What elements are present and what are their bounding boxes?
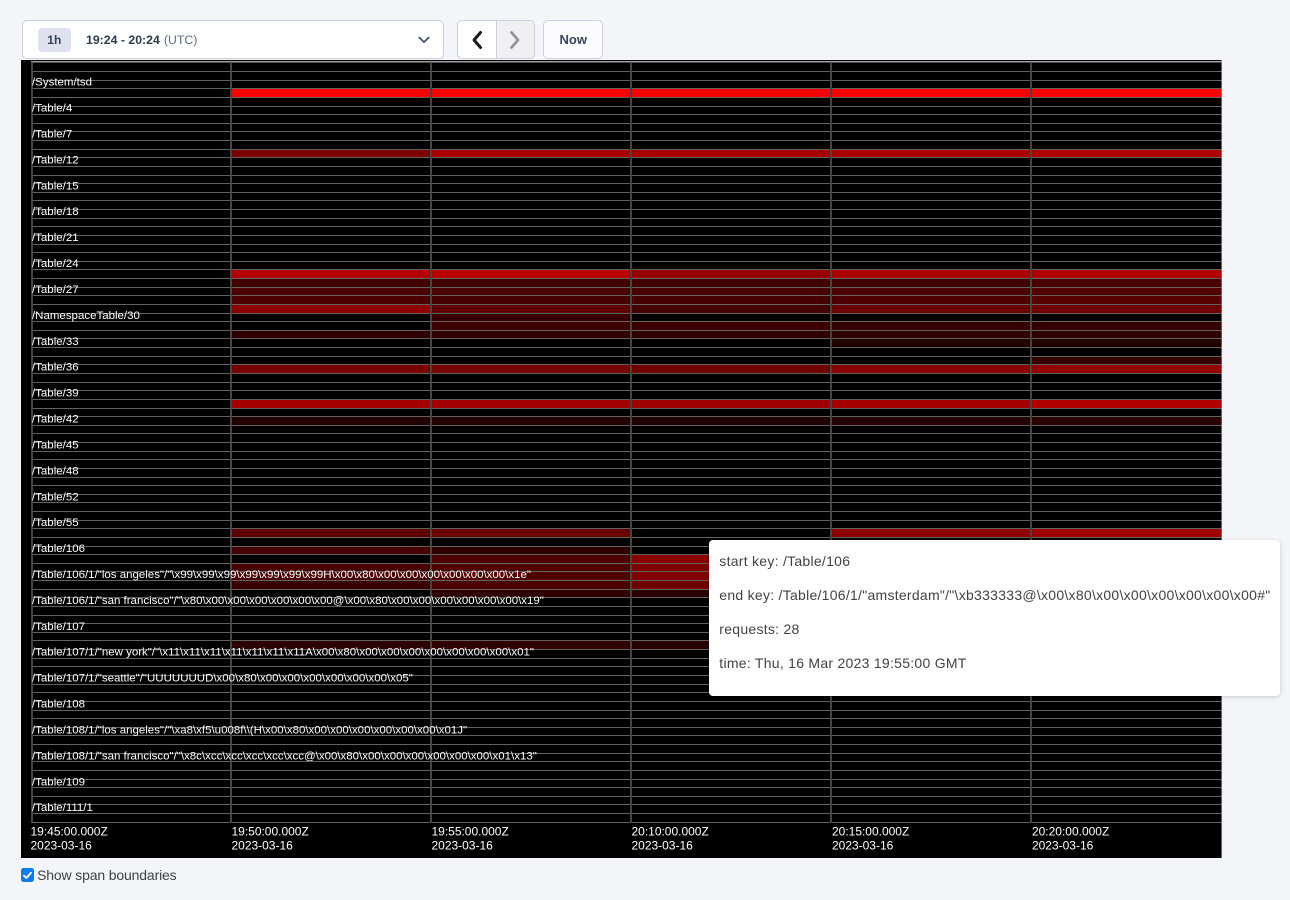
svg-text:/Table/111/1: /Table/111/1: [32, 802, 93, 814]
svg-text:2023-03-16: 2023-03-16: [631, 839, 693, 853]
svg-text:2023-03-16: 2023-03-16: [832, 839, 894, 853]
svg-text:/Table/108: /Table/108: [32, 699, 85, 711]
svg-text:2023-03-16: 2023-03-16: [31, 839, 93, 853]
svg-text:2023-03-16: 2023-03-16: [232, 839, 294, 853]
svg-text:/NamespaceTable/30: /NamespaceTable/30: [32, 310, 140, 322]
svg-text:/Table/15: /Table/15: [32, 181, 79, 193]
svg-text:/Table/106/1/"san francisco"/": /Table/106/1/"san francisco"/"\x80\x00\x…: [32, 595, 544, 607]
svg-text:/Table/107/1/"new york"/"\x11\: /Table/107/1/"new york"/"\x11\x11\x11\x1…: [32, 647, 534, 659]
svg-text:2023-03-16: 2023-03-16: [431, 839, 493, 853]
svg-text:/Table/24: /Table/24: [32, 258, 79, 270]
svg-text:/Table/48: /Table/48: [32, 466, 79, 478]
svg-text:/Table/21: /Table/21: [32, 232, 79, 244]
svg-text:20:20:00.000Z: 20:20:00.000Z: [1032, 825, 1109, 839]
svg-text:19:45:00.000Z: 19:45:00.000Z: [31, 825, 108, 839]
svg-text:/Table/4: /Table/4: [32, 103, 73, 115]
svg-text:2023-03-16: 2023-03-16: [1032, 839, 1094, 853]
svg-text:/Table/55: /Table/55: [32, 517, 79, 529]
svg-text:/Table/12: /Table/12: [32, 155, 79, 167]
svg-text:/Table/109: /Table/109: [32, 777, 85, 789]
svg-text:/Table/45: /Table/45: [32, 440, 79, 452]
svg-text:/Table/27: /Table/27: [32, 284, 79, 296]
svg-text:/Table/106/1/"los angeles"/"\x: /Table/106/1/"los angeles"/"\x99\x99\x99…: [32, 569, 531, 581]
svg-text:20:15:00.000Z: 20:15:00.000Z: [832, 825, 909, 839]
svg-text:/Table/18: /Table/18: [32, 207, 79, 219]
svg-text:/Table/7: /Table/7: [32, 129, 72, 141]
svg-text:/Table/52: /Table/52: [32, 492, 79, 504]
svg-text:/Table/108/1/"san francisco"/": /Table/108/1/"san francisco"/"\x8c\xcc\x…: [32, 751, 537, 763]
svg-text:19:50:00.000Z: 19:50:00.000Z: [232, 825, 309, 839]
svg-text:/System/tsd: /System/tsd: [32, 77, 92, 89]
svg-text:/Table/107/1/"seattle"/"UUUUUU: /Table/107/1/"seattle"/"UUUUUUUD\x00\x80…: [32, 673, 413, 685]
svg-text:20:10:00.000Z: 20:10:00.000Z: [631, 825, 708, 839]
svg-text:/Table/106: /Table/106: [32, 543, 85, 555]
svg-text:/Table/42: /Table/42: [32, 414, 79, 426]
svg-text:/Table/107: /Table/107: [32, 621, 85, 633]
svg-text:/Table/33: /Table/33: [32, 336, 79, 348]
svg-text:/Table/39: /Table/39: [32, 388, 79, 400]
svg-text:/Table/36: /Table/36: [32, 362, 79, 374]
svg-text:19:55:00.000Z: 19:55:00.000Z: [431, 825, 508, 839]
svg-text:/Table/108/1/"los angeles"/"\x: /Table/108/1/"los angeles"/"\xa8\xf5\u00…: [32, 725, 467, 737]
